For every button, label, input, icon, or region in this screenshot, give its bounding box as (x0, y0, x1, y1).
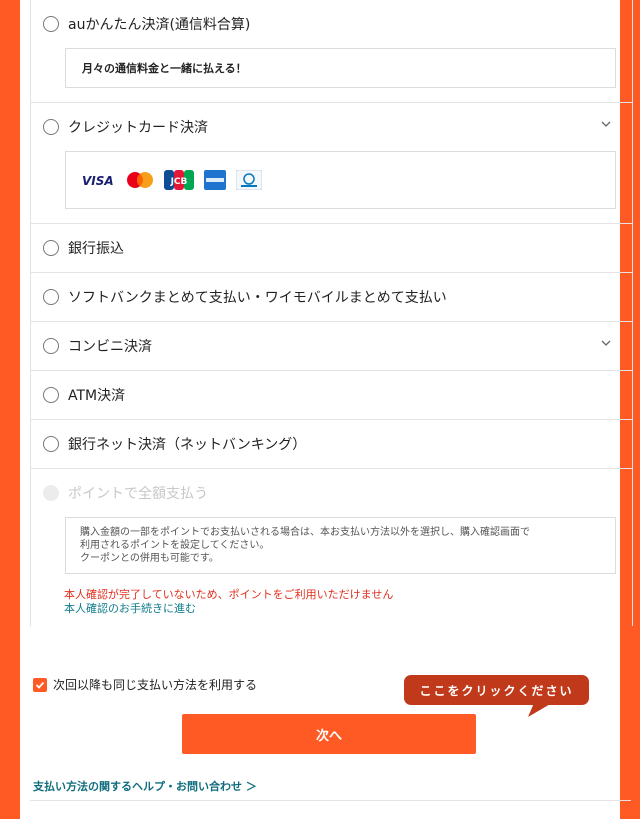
bottom-divider (30, 800, 631, 801)
atm-radio[interactable] (43, 387, 59, 403)
option-credit-card[interactable]: クレジットカード決済 VISA JCB (31, 103, 632, 224)
click-here-tooltip: ここをクリックください (404, 675, 589, 705)
option-carrier-billing[interactable]: ソフトバンクまとめて支払い・ワイモバイルまとめて支払い (31, 273, 632, 322)
credit-card-radio[interactable] (43, 119, 59, 135)
au-label: auかんたん決済(通信料合算) (68, 17, 251, 33)
save-method-row[interactable]: 次回以降も同じ支払い方法を利用する (33, 676, 257, 693)
option-au[interactable]: auかんたん決済(通信料合算) 月々の通信料金と一緒に払える！ (31, 0, 632, 103)
visa-logo: VISA (82, 174, 116, 186)
au-radio[interactable] (43, 16, 59, 32)
points-label: ポイントで全額支払う (68, 486, 208, 502)
net-banking-radio[interactable] (43, 436, 59, 452)
mastercard-logo (126, 171, 154, 189)
jcb-logo: JCB (164, 170, 194, 190)
chevron-down-icon[interactable] (600, 118, 612, 130)
diners-club-logo (236, 170, 262, 190)
save-method-label: 次回以降も同じ支払い方法を利用する (53, 678, 258, 692)
points-note-line: 利用されるポイントを設定してください。 (80, 540, 270, 551)
points-note-line: クーポンとの併用も可能です。 (80, 553, 219, 564)
option-convenience-store[interactable]: コンビニ決済 (31, 322, 632, 371)
next-button[interactable]: 次へ (182, 714, 476, 754)
tooltip-tail-icon (528, 703, 552, 717)
save-method-checkbox[interactable] (33, 677, 47, 692)
verify-identity-link[interactable]: 本人確認のお手続きに進む (64, 602, 632, 616)
convenience-store-label: コンビニ決済 (68, 339, 152, 355)
option-atm[interactable]: ATM決済 (31, 371, 632, 420)
help-contact-link[interactable]: 支払い方法の関するヘルプ・お問い合わせ ＞ (33, 778, 257, 794)
option-bank-transfer[interactable]: 銀行振込 (31, 224, 632, 273)
amex-logo (204, 170, 226, 190)
carrier-billing-radio[interactable] (43, 289, 59, 305)
bank-transfer-radio[interactable] (43, 240, 59, 256)
bank-transfer-label: 銀行振込 (68, 241, 124, 257)
credit-card-label: クレジットカード決済 (68, 120, 208, 136)
convenience-store-radio[interactable] (43, 338, 59, 354)
carrier-billing-label: ソフトバンクまとめて支払い・ワイモバイルまとめて支払い (68, 290, 447, 306)
option-net-banking[interactable]: 銀行ネット決済（ネットバンキング） (31, 420, 632, 469)
option-points: ポイントで全額支払う 購入金額の一部をポイントでお支払いされる場合は、本お支払い… (31, 469, 632, 626)
svg-text:VISA: VISA (82, 174, 114, 186)
chevron-down-icon[interactable] (600, 337, 612, 349)
check-icon (35, 681, 45, 689)
atm-label: ATM決済 (68, 388, 126, 404)
points-note: 購入金額の一部をポイントでお支払いされる場合は、本お支払い方法以外を選択し、購入… (65, 517, 616, 574)
points-note-line: 購入金額の一部をポイントでお支払いされる場合は、本お支払い方法以外を選択し、購入… (80, 527, 530, 538)
points-warning: 本人確認が完了していないため、ポイントをご利用いただけません (64, 588, 394, 601)
au-note: 月々の通信料金と一緒に払える！ (65, 48, 616, 88)
net-banking-label: 銀行ネット決済（ネットバンキング） (68, 437, 307, 453)
payment-method-list: auかんたん決済(通信料合算) 月々の通信料金と一緒に払える！ クレジットカード… (30, 0, 633, 626)
points-radio (43, 485, 59, 501)
card-brands: VISA JCB (65, 151, 616, 209)
svg-text:JCB: JCB (170, 177, 188, 187)
